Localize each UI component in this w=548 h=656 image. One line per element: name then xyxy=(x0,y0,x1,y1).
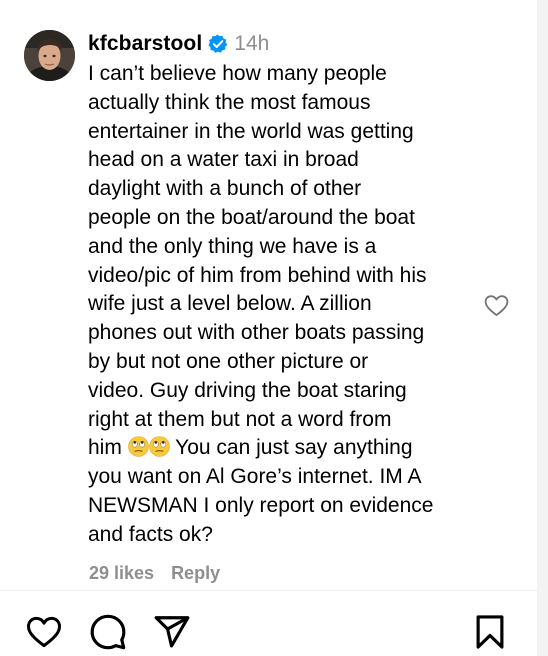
share-icon[interactable] xyxy=(153,613,191,651)
comment: kfcbarstool 14h I can’t believe how many… xyxy=(0,0,537,590)
heart-icon[interactable] xyxy=(25,613,63,651)
comment-icon[interactable] xyxy=(89,613,127,651)
comment-text-fragment: him xyxy=(88,436,128,460)
face-with-rolling-eyes-emoji xyxy=(127,436,149,458)
comment-line: video/pic of him from behind with his xyxy=(88,263,427,287)
comment-line: you want on Al Gore’s internet. IM A xyxy=(88,465,422,489)
comment-line: NEWSMAN I only report on evidence xyxy=(88,493,434,517)
reply-button[interactable]: Reply xyxy=(171,563,220,584)
comment-text: I can’t believe how many people actually… xyxy=(88,60,483,550)
comment-line: wife just a level below. A zillion xyxy=(88,292,372,316)
face-with-rolling-eyes-emoji xyxy=(148,436,170,458)
post-action-bar xyxy=(0,591,537,656)
comment-line-with-emoji: him You can just say anything xyxy=(88,434,483,463)
username[interactable]: kfcbarstool xyxy=(88,32,202,56)
comment-text-fragment: You can just say anything xyxy=(169,436,413,460)
comment-like-heart-icon[interactable] xyxy=(483,292,510,319)
timestamp: 14h xyxy=(234,32,270,55)
comment-header: kfcbarstool 14h xyxy=(88,29,269,59)
bookmark-icon[interactable] xyxy=(471,613,509,651)
comment-line: head on a water taxi in broad xyxy=(88,148,359,172)
comment-line: actually think the most famous xyxy=(88,90,371,114)
comment-line: right at them but not a word from xyxy=(88,407,392,431)
comment-meta: 29 likes Reply xyxy=(89,563,220,584)
comment-line: I can’t believe how many people xyxy=(88,62,387,85)
comment-line: and the only thing we have is a xyxy=(88,234,377,258)
comment-line: video. Guy driving the boat staring xyxy=(88,378,407,402)
comment-line: phones out with other boats passing xyxy=(88,321,425,345)
comment-line: people on the boat/around the boat xyxy=(88,205,415,229)
comment-line: entertainer in the world was getting xyxy=(88,119,414,143)
likes-count[interactable]: 29 likes xyxy=(89,563,154,584)
comment-line: and facts ok? xyxy=(88,522,213,546)
avatar[interactable] xyxy=(24,30,75,81)
scrollbar-track[interactable] xyxy=(537,0,548,656)
comment-line: daylight with a bunch of other xyxy=(88,177,362,201)
verified-badge-icon xyxy=(208,34,228,54)
comment-line: by but not one other picture or xyxy=(88,349,369,373)
comment-screen: kfcbarstool 14h I can’t believe how many… xyxy=(0,0,548,656)
